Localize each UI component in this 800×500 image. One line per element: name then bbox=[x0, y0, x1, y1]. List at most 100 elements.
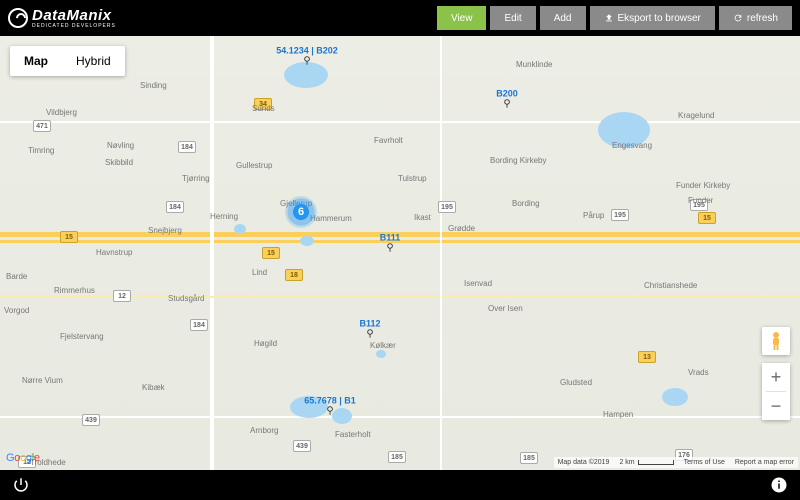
marker-cluster[interactable]: 6 bbox=[285, 196, 317, 228]
refresh-label: refresh bbox=[747, 13, 778, 24]
zoom-out-button[interactable]: − bbox=[762, 392, 790, 420]
town-label: Tulstrup bbox=[398, 174, 427, 183]
terms-link[interactable]: Terms of Use bbox=[684, 459, 725, 466]
water-body bbox=[662, 388, 688, 406]
town-label: Gullestrup bbox=[236, 161, 272, 170]
brand-subtitle: DEDICATED DEVELOPERS bbox=[32, 23, 116, 29]
road-shield: 15 bbox=[60, 231, 78, 243]
view-button[interactable]: View bbox=[437, 6, 487, 30]
town-label: Christianshede bbox=[644, 281, 697, 290]
town-label: Pårup bbox=[583, 211, 604, 220]
brand-name: DataManix bbox=[32, 7, 112, 24]
marker-label: 54.1234 | B202 bbox=[276, 46, 338, 56]
report-error-link[interactable]: Report a map error bbox=[735, 459, 794, 466]
marker-label: B200 bbox=[496, 89, 518, 99]
town-label: Snejbjerg bbox=[148, 226, 182, 235]
pegman-icon bbox=[768, 331, 784, 351]
road-shield: 195 bbox=[611, 209, 629, 221]
pump-icon: ⚲ bbox=[503, 99, 510, 110]
add-button[interactable]: Add bbox=[540, 6, 586, 30]
map-marker[interactable]: 65.7678 | B1⚲ bbox=[304, 396, 356, 417]
brand-logo: DataManix DEDICATED DEVELOPERS bbox=[8, 7, 116, 29]
town-label: Sinding bbox=[140, 81, 167, 90]
export-button[interactable]: Eksport to browser bbox=[590, 6, 715, 30]
town-label: Engesvang bbox=[612, 141, 652, 150]
town-label: Over Isen bbox=[488, 304, 523, 313]
export-label: Eksport to browser bbox=[618, 13, 701, 24]
google-logo: Google bbox=[6, 452, 40, 464]
town-label: Kølkær bbox=[370, 341, 396, 350]
road-shield: 195 bbox=[438, 201, 456, 213]
power-icon bbox=[12, 476, 30, 494]
town-label: Gludsted bbox=[560, 378, 592, 387]
road bbox=[440, 36, 442, 470]
town-label: Arnborg bbox=[250, 426, 278, 435]
road bbox=[0, 416, 800, 418]
marker-label: B111 bbox=[380, 233, 401, 243]
road-shield: 184 bbox=[190, 319, 208, 331]
power-button[interactable] bbox=[12, 476, 30, 494]
road-shield: 439 bbox=[82, 414, 100, 426]
town-label: Fjelstervang bbox=[60, 332, 104, 341]
town-label: Funder bbox=[688, 196, 713, 205]
zoom-in-button[interactable]: + bbox=[762, 363, 790, 391]
road-shield: 12 bbox=[113, 290, 131, 302]
town-label: Skibbild bbox=[105, 158, 133, 167]
town-label: Timring bbox=[28, 146, 54, 155]
marker-label: B112 bbox=[359, 319, 380, 329]
map-marker[interactable]: 54.1234 | B202⚲ bbox=[276, 46, 338, 67]
road-shield: 184 bbox=[166, 201, 184, 213]
bottom-bar bbox=[0, 470, 800, 500]
top-actions: View Edit Add Eksport to browser refresh bbox=[437, 6, 792, 30]
town-label: Kibæk bbox=[142, 383, 165, 392]
map-marker[interactable]: B111⚲ bbox=[380, 233, 401, 254]
road-shield: 439 bbox=[293, 440, 311, 452]
town-label: Lind bbox=[252, 268, 267, 277]
pegman-button[interactable] bbox=[762, 327, 790, 355]
road-shield: 18 bbox=[285, 269, 303, 281]
town-label: Tjørring bbox=[182, 174, 210, 183]
town-label: Rimmerhus bbox=[54, 286, 95, 295]
brand-icon bbox=[8, 8, 28, 28]
road-shield: 15 bbox=[262, 247, 280, 259]
town-label: Bording bbox=[512, 199, 540, 208]
town-label: Nørre Vium bbox=[22, 376, 63, 385]
town-label: Grødde bbox=[448, 224, 475, 233]
water-body bbox=[234, 224, 246, 234]
refresh-button[interactable]: refresh bbox=[719, 6, 792, 30]
town-label: Nøvling bbox=[107, 141, 134, 150]
map-marker[interactable]: B112⚲ bbox=[359, 319, 380, 340]
map-type-hybrid[interactable]: Hybrid bbox=[62, 46, 125, 76]
road bbox=[0, 121, 800, 123]
road-shield: 184 bbox=[178, 141, 196, 153]
map-canvas[interactable]: 4713418418415195195195151518121844391312… bbox=[0, 36, 800, 470]
pump-icon: ⚲ bbox=[366, 329, 373, 340]
town-label: Funder Kirkeby bbox=[676, 181, 730, 190]
town-label: Vorgod bbox=[4, 306, 29, 315]
road-shield: 471 bbox=[33, 120, 51, 132]
map-data-text: Map data ©2019 bbox=[558, 459, 610, 466]
town-label: Vildbjerg bbox=[46, 108, 77, 117]
town-label: Isenvad bbox=[464, 279, 492, 288]
town-label: Vrads bbox=[688, 368, 709, 377]
zoom-control: + − bbox=[762, 363, 790, 420]
road bbox=[210, 36, 214, 470]
map-marker[interactable]: B200⚲ bbox=[496, 89, 518, 110]
town-label: Ikast bbox=[414, 213, 431, 222]
scale-bar-icon bbox=[638, 460, 674, 465]
map-scale: 2 km bbox=[619, 459, 673, 466]
town-label: Kragelund bbox=[678, 111, 714, 120]
refresh-icon bbox=[733, 13, 743, 23]
town-label: Bording Kirkeby bbox=[490, 156, 546, 165]
edit-button[interactable]: Edit bbox=[490, 6, 535, 30]
road-shield: 185 bbox=[388, 451, 406, 463]
town-label: Munklinde bbox=[516, 60, 552, 69]
map-type-map[interactable]: Map bbox=[10, 46, 62, 76]
town-label: Favrholt bbox=[374, 136, 403, 145]
town-label: Studsgård bbox=[168, 294, 204, 303]
pump-icon: ⚲ bbox=[303, 56, 310, 67]
info-button[interactable] bbox=[770, 476, 788, 494]
water-body bbox=[300, 236, 314, 246]
town-label: Fasterholt bbox=[335, 430, 371, 439]
marker-label: 65.7678 | B1 bbox=[304, 396, 356, 406]
